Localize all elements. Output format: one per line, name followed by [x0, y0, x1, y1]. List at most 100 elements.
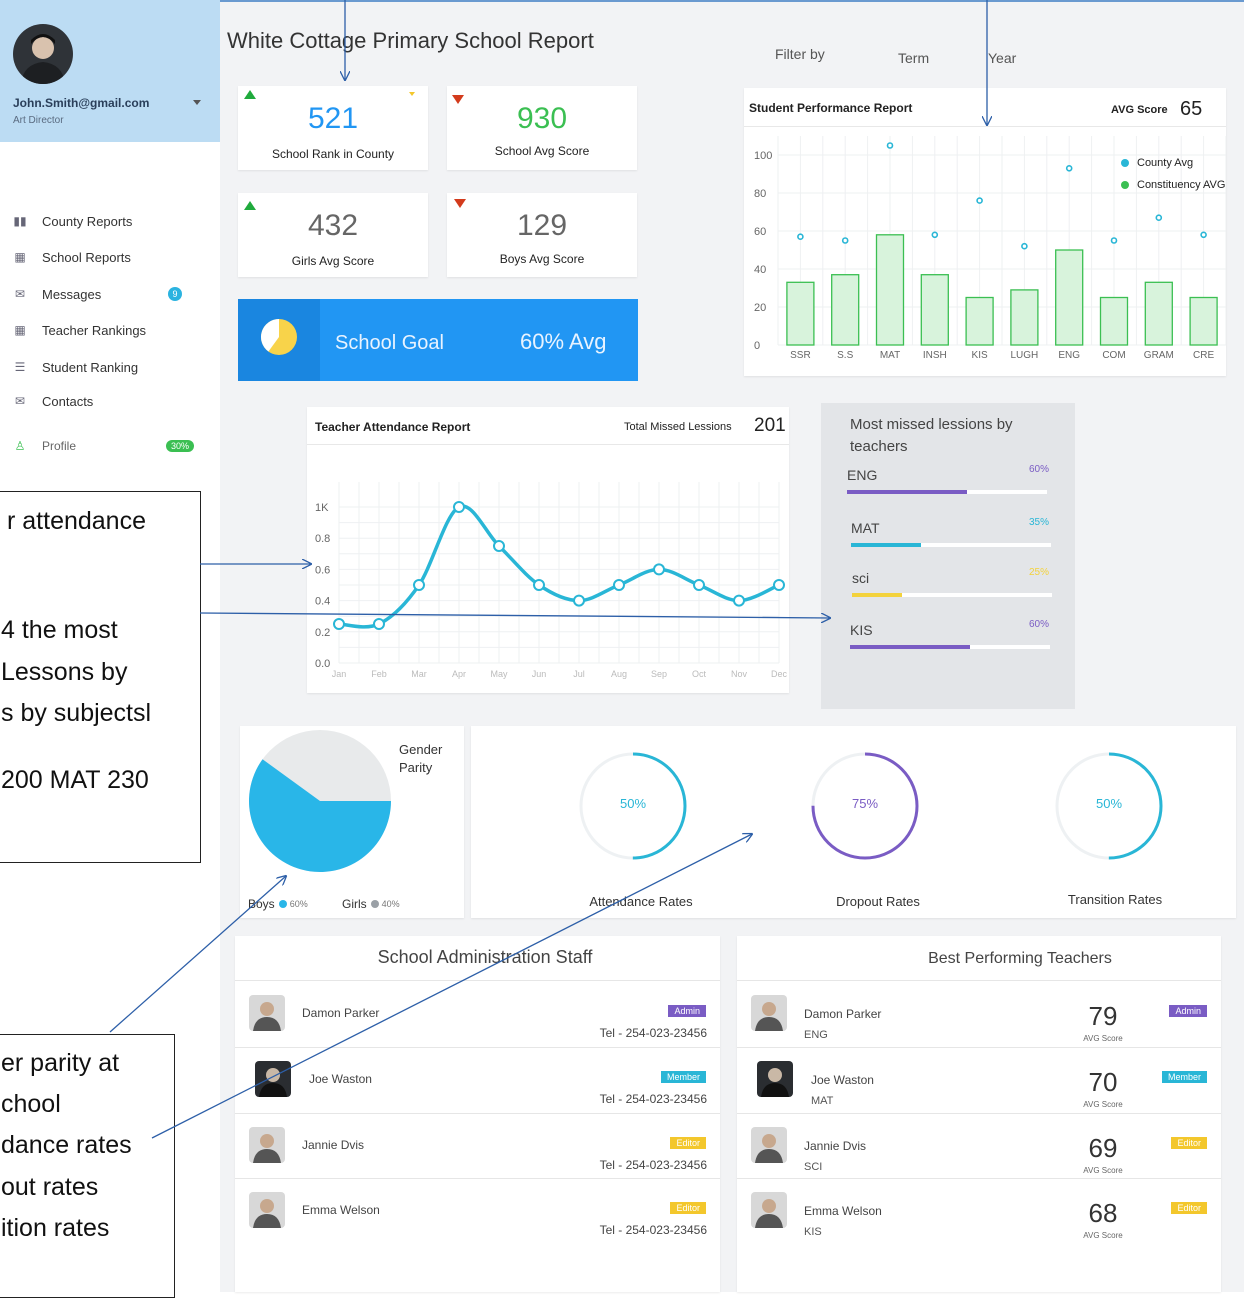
table-row[interactable]: Damon Parker Admin Tel - 254-023-23456 — [235, 981, 720, 1046]
sidebar-item-messages[interactable]: ✉ Messages 9 — [8, 283, 182, 305]
list-icon: ☰ — [14, 360, 26, 374]
user-avatar[interactable] — [13, 24, 73, 84]
page-title: White Cottage Primary School Report — [227, 28, 594, 53]
person-avatar[interactable] — [249, 995, 285, 1031]
y-tick-label: 100 — [754, 150, 772, 162]
transition-rate-value: 50% — [1095, 796, 1123, 811]
sidebar-item-student-ranking[interactable]: ☰ Student Ranking — [8, 356, 139, 378]
table-row[interactable]: Emma Welson KIS 68 AVG Score Editor — [737, 1178, 1221, 1243]
table-row[interactable]: Joe Waston Member Tel - 254-023-23456 — [235, 1047, 720, 1112]
legend-dot-icon — [370, 900, 379, 908]
score-label: AVG Score — [1083, 1100, 1123, 1109]
score-label: AVG Score — [1083, 1034, 1123, 1043]
sidebar-item-school-reports[interactable]: ▦ School Reports — [8, 246, 131, 268]
top-border — [220, 0, 1244, 2]
sidebar-item-label: Student Ranking — [42, 359, 139, 375]
panel-title: Most missed lessions by teachers — [850, 416, 1013, 455]
kpi-label: School Rank in County — [271, 147, 395, 161]
school-goal-banner[interactable]: School Goal 60% Avg — [238, 299, 638, 381]
person-avatar[interactable] — [751, 1192, 787, 1228]
kpi-card-boys-avg[interactable]: 129 Boys Avg Score — [447, 193, 637, 277]
trend-up-icon — [244, 90, 256, 99]
table-row[interactable]: Jannie Dvis SCI 69 AVG Score Editor — [737, 1113, 1221, 1178]
person-avatar[interactable] — [757, 1061, 793, 1097]
person-avatar[interactable] — [249, 1192, 285, 1228]
annotation-text: ition rates — [1, 1214, 110, 1242]
kpi-card-school-rank[interactable]: 521 School Rank in County — [238, 86, 428, 170]
score-value: 68 — [1088, 1198, 1118, 1228]
missed-progress-track — [847, 490, 1047, 494]
score-value: 69 — [1088, 1133, 1118, 1163]
person-subject: ENG — [804, 1029, 828, 1041]
person-subject: SCI — [804, 1161, 823, 1173]
person-avatar[interactable] — [255, 1061, 291, 1097]
table-row[interactable]: Joe Waston MAT 70 AVG Score Member — [737, 1047, 1221, 1112]
missed-progress-fill — [847, 490, 967, 494]
point — [773, 579, 785, 591]
table-row[interactable]: Emma Welson Editor Tel - 254-023-23456 — [235, 1178, 720, 1243]
person-avatar[interactable] — [751, 1127, 787, 1163]
role-tag: Member — [660, 1071, 706, 1083]
bar — [1099, 296, 1129, 346]
best-teachers-panel: Best Performing Teachers Damon Parker ENG… — [737, 936, 1221, 1292]
x-tick-label: Feb — [371, 669, 387, 679]
calendar-icon: ▦ — [14, 250, 26, 264]
legend-dot-icon — [1121, 159, 1129, 167]
missed-progress-fill — [850, 645, 970, 649]
annotation-text: out rates — [1, 1173, 99, 1201]
person-name: Damon Parker — [804, 1007, 882, 1021]
missed-percent-label: 60% — [1028, 619, 1049, 630]
x-tick-label: May — [490, 669, 508, 679]
table-row[interactable]: Damon Parker ENG 79 AVG Score Admin — [737, 981, 1221, 1046]
x-tick-label: ENG — [1058, 350, 1080, 361]
person-avatar[interactable] — [249, 1127, 285, 1163]
kpi-card-school-avg[interactable]: 930 School Avg Score — [447, 86, 637, 170]
divider — [235, 1113, 720, 1114]
user-icon: ♙ — [14, 439, 26, 453]
role-tag: Editor — [670, 1137, 706, 1149]
teacher-attendance-chart: 0.0 0.2 0.4 0.6 0.8 1K Jan Feb Mar Apr May Jun Jul Au… — [315, 482, 787, 679]
dropout-rate-value: 75% — [851, 796, 879, 811]
user-menu-chevron-down-icon[interactable] — [193, 100, 201, 105]
profile-progress-badge: 30% — [166, 440, 195, 452]
attendance-rate-value: 50% — [619, 796, 647, 811]
person-name: Joe Waston — [309, 1072, 372, 1086]
phone-number: Tel - 254-023-23456 — [599, 1092, 707, 1106]
score-label: AVG Score — [1083, 1231, 1123, 1240]
y-tick-label: 60 — [754, 226, 766, 238]
goal-pie-icon — [261, 319, 297, 355]
sidebar-item-contacts[interactable]: ✉ Contacts — [8, 390, 93, 412]
x-tick-label: COM — [1102, 350, 1125, 361]
admin-staff-panel: School Administration Staff Damon Parker… — [235, 936, 720, 1292]
table-row[interactable]: Jannie Dvis Editor Tel - 254-023-23456 — [235, 1113, 720, 1178]
sidebar-item-label: County Reports — [42, 213, 133, 229]
year-filter[interactable]: Year — [988, 50, 1016, 66]
x-tick-label: LUGH — [1011, 350, 1039, 361]
term-filter[interactable]: Term — [898, 50, 929, 66]
score-value: 70 — [1088, 1067, 1118, 1097]
x-tick-label: Mar — [411, 669, 427, 679]
dropout-rate-label: Dropout Rates — [836, 894, 920, 909]
role-tag: Editor — [1171, 1202, 1207, 1214]
sidebar-item-county-reports[interactable]: ▮▮ County Reports — [8, 210, 132, 232]
y-tick-label: 0.2 — [315, 627, 330, 639]
point — [413, 579, 425, 591]
bar — [1010, 289, 1039, 346]
person-avatar[interactable] — [751, 995, 787, 1031]
bar — [1189, 296, 1218, 346]
x-tick-label: Jul — [573, 669, 585, 679]
sidebar-item-profile[interactable]: ♙ Profile 30% — [8, 435, 195, 457]
most-missed-lessons-panel: Most missed lessions by teachers ENG 60% M… — [821, 403, 1075, 709]
kpi-card-girls-avg[interactable]: 432 Girls Avg Score — [238, 193, 428, 277]
bar — [1144, 281, 1173, 346]
missed-percent-label: 25% — [1028, 567, 1049, 578]
kpi-value: 521 — [307, 102, 359, 135]
kpi-value: 930 — [516, 102, 568, 135]
avg-score-label: AVG Score — [1111, 104, 1168, 116]
panel-title: Best Performing Teachers — [928, 950, 1112, 967]
point — [797, 233, 804, 240]
sidebar-item-teacher-rankings[interactable]: ▦ Teacher Rankings — [8, 319, 146, 341]
y-tick-label: 40 — [754, 264, 766, 276]
point — [653, 563, 665, 576]
point — [533, 579, 545, 591]
